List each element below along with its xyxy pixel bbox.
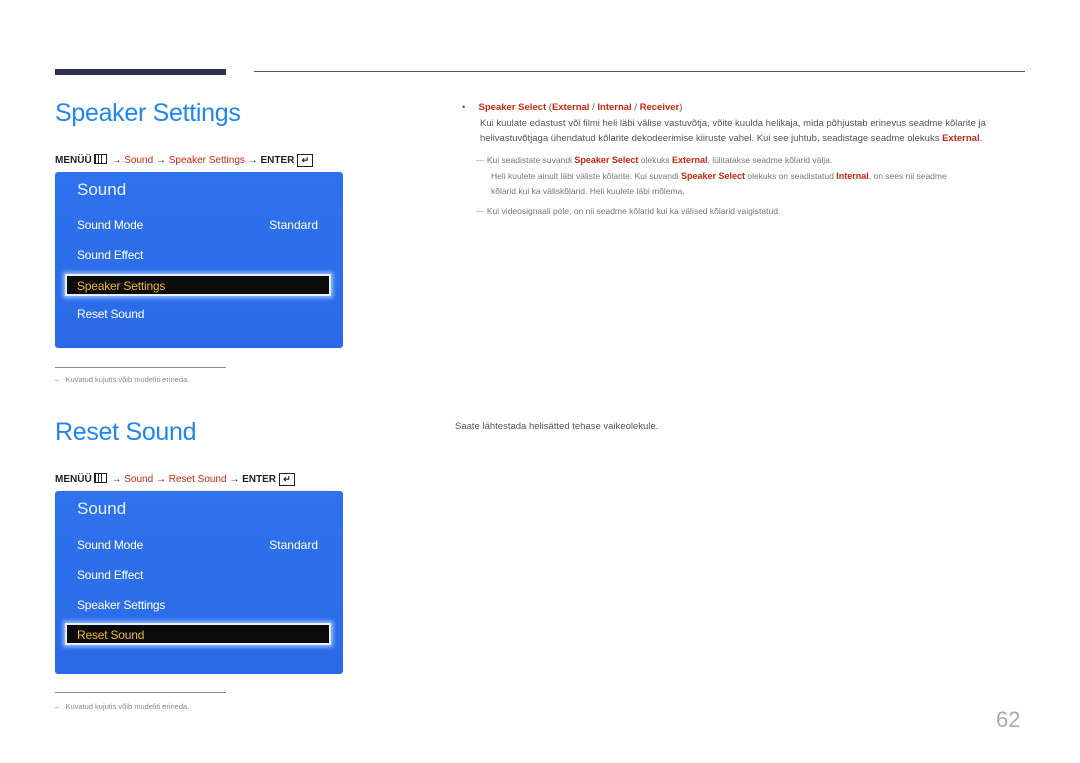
osd-title: Sound — [77, 180, 127, 199]
osd-item-sound-effect[interactable]: Sound Effect — [77, 248, 143, 262]
osd-item-reset-sound-selected[interactable]: Reset Sound — [65, 623, 331, 645]
osd-item-sound-mode[interactable]: Sound Mode — [77, 538, 143, 552]
enter-icon: ↵ — [279, 473, 296, 486]
enter-icon: ↵ — [297, 154, 314, 167]
breadcrumb-step: Sound — [124, 474, 154, 485]
note-1: — Kui seadistate suvandi Speaker Select … — [476, 155, 833, 165]
option-description-line2: helivastuvõtjaga ühendatud kõlarite deko… — [480, 133, 983, 144]
footnote-text: Kuvatud kujutis võib mudeliti erineda. — [65, 702, 190, 711]
text: , lülitatakse seadme kõlarid välja. — [707, 155, 833, 165]
osd-item-sound-effect[interactable]: Sound Effect — [77, 568, 143, 582]
breadcrumb-step: Speaker Settings — [168, 155, 245, 166]
option-heading: • Speaker Select (External / Internal / … — [462, 102, 683, 113]
breadcrumb-menu: MENÜÜ — [55, 474, 92, 485]
section-title-speaker-settings: Speaker Settings — [55, 99, 241, 127]
option-internal: Internal — [597, 102, 632, 113]
breadcrumb-arrow: → — [229, 474, 240, 485]
osd-item-sound-mode[interactable]: Sound Mode — [77, 218, 143, 232]
breadcrumb-arrow: → — [155, 474, 166, 485]
text: olekuks on seadistatud — [747, 171, 834, 181]
breadcrumb-step: Reset Sound — [168, 474, 227, 485]
footnote: – Kuvatud kujutis võib mudeliti erineda. — [55, 702, 190, 711]
footnote-divider — [55, 367, 226, 368]
note-2: — Kui videosignaali pole, on nii seadme … — [476, 206, 781, 216]
osd-sound-menu: Sound Sound Mode Standard Sound Effect S… — [55, 172, 343, 348]
highlight: Speaker Select — [574, 155, 639, 165]
text: Heli kuulete ainult läbi väliste kõlarit… — [491, 171, 679, 181]
breadcrumb: MENÜÜ → Sound → Speaker Settings → ENTER… — [55, 154, 314, 167]
breadcrumb-enter: ENTER — [260, 155, 295, 166]
menu-icon — [93, 473, 107, 483]
breadcrumb-step: Sound — [124, 155, 154, 166]
highlight: Internal — [836, 171, 869, 181]
osd-item-speaker-settings-selected[interactable]: Speaker Settings — [65, 274, 331, 296]
osd-title: Sound — [77, 499, 127, 518]
section-title-reset-sound: Reset Sound — [55, 418, 197, 446]
osd-item-label: Reset Sound — [77, 628, 145, 642]
option-name: Speaker Select — [478, 102, 547, 113]
breadcrumb: MENÜÜ → Sound → Reset Sound → ENTER ↵ — [55, 473, 296, 486]
breadcrumb-arrow: → — [247, 155, 258, 166]
osd-value-sound-mode: Standard — [269, 218, 318, 232]
note-1-line3: kõlarid kui ka väliskõlarid. Heli kuulet… — [491, 186, 685, 196]
option-external: External — [551, 102, 590, 113]
highlight-external: External — [942, 133, 980, 144]
footnote-text: Kuvatud kujutis võib mudeliti erineda. — [65, 375, 190, 384]
footnote: – Kuvatud kujutis võib mudeliti erineda. — [55, 375, 190, 384]
breadcrumb-menu: MENÜÜ — [55, 155, 92, 166]
text: Kui videosignaali pole, on nii seadme kõ… — [486, 206, 781, 216]
osd-sound-menu: Sound Sound Mode Standard Sound Effect S… — [55, 491, 343, 674]
breadcrumb-enter: ENTER — [242, 474, 277, 485]
bullet: • — [462, 102, 466, 113]
breadcrumb-arrow: → — [155, 155, 166, 166]
text: Kui seadistate suvandi — [486, 155, 572, 165]
menu-icon — [93, 154, 107, 164]
highlight: External — [671, 155, 708, 165]
option-description-line1: Kui kuulate edastust või filmi heli läbi… — [480, 118, 986, 129]
osd-item-label: Speaker Settings — [77, 279, 166, 293]
header-rule-thick — [55, 69, 226, 75]
page-number: 62 — [996, 707, 1021, 732]
header-rule-thin — [254, 71, 1025, 72]
osd-value-sound-mode: Standard — [269, 538, 318, 552]
breadcrumb-arrow: → — [111, 155, 122, 166]
footnote-divider — [55, 692, 226, 693]
text: olekuks — [640, 155, 670, 165]
osd-item-speaker-settings[interactable]: Speaker Settings — [77, 598, 165, 612]
note-1-line2: Heli kuulete ainult läbi väliste kõlarit… — [491, 169, 947, 184]
reset-sound-description: Saate lähtestada helisätted tehase vaike… — [455, 421, 659, 432]
breadcrumb-arrow: → — [111, 474, 122, 485]
osd-item-reset-sound[interactable]: Reset Sound — [77, 307, 144, 321]
text: helivastuvõtjaga ühendatud kõlarite deko… — [480, 133, 940, 144]
text: , on sees nii seadme — [868, 171, 947, 181]
highlight: Speaker Select — [680, 171, 745, 181]
option-receiver: Receiver — [639, 102, 680, 113]
